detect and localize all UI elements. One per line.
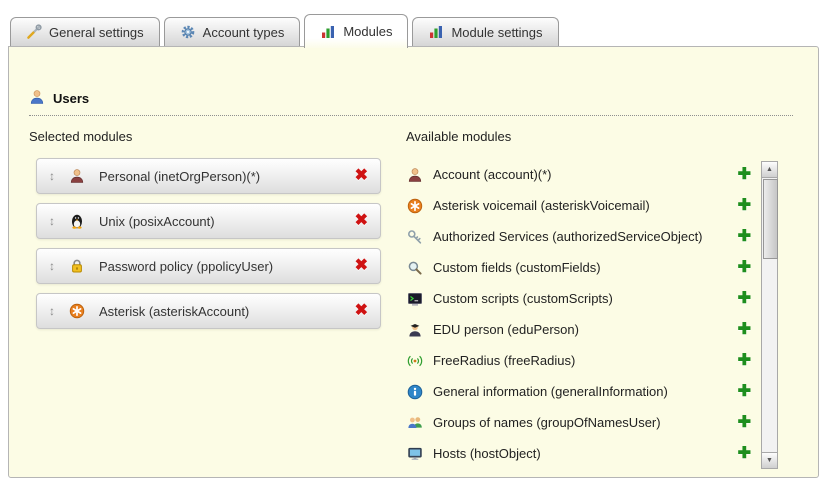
group-icon: [407, 415, 423, 431]
add-module-button[interactable]: ✚: [738, 167, 751, 183]
selected-modules-heading: Selected modules: [29, 129, 132, 144]
module-label: General information (generalInformation): [433, 384, 668, 399]
available-modules-scrollbar[interactable]: ▲ ▼: [761, 161, 778, 469]
available-module-row: Authorized Services (authorizedServiceOb…: [407, 221, 755, 252]
tab-modules[interactable]: Modules: [304, 14, 408, 48]
edu-person-icon: [407, 322, 423, 338]
available-modules-list: Account (account)(*) ✚ Asterisk voicemai…: [407, 159, 755, 469]
selected-module-row: ↕ Personal (inetOrgPerson)(*) ✖: [36, 158, 381, 194]
computer-icon: [407, 446, 423, 462]
module-label: Custom scripts (customScripts): [433, 291, 613, 306]
selected-modules-list: ↕ Personal (inetOrgPerson)(*) ✖ ↕: [36, 158, 381, 329]
module-label: Custom fields (customFields): [433, 260, 601, 275]
terminal-icon: [407, 291, 423, 307]
user-icon: [29, 89, 45, 108]
users-section-header: Users: [29, 89, 793, 116]
module-label: Hosts (hostObject): [433, 446, 541, 461]
scroll-thumb[interactable]: [763, 179, 778, 259]
add-module-button[interactable]: ✚: [738, 291, 751, 307]
module-label: Personal (inetOrgPerson)(*): [99, 169, 260, 184]
info-icon: [407, 384, 423, 400]
module-label: Unix (posixAccount): [99, 214, 215, 229]
available-module-row: General information (generalInformation)…: [407, 376, 755, 407]
tab-label: Account types: [203, 25, 285, 40]
selected-module-row: ↕ Asterisk (asteriskAccount) ✖: [36, 293, 381, 329]
tab-module-settings[interactable]: Module settings: [412, 17, 558, 46]
available-module-row: Account (account)(*) ✚: [407, 159, 755, 190]
scroll-up-button[interactable]: ▲: [762, 162, 777, 178]
add-module-button[interactable]: ✚: [738, 198, 751, 214]
chart-icon: [320, 24, 336, 40]
antenna-icon: [407, 353, 423, 369]
tab-bar: General settings Account types Modules: [10, 17, 559, 48]
remove-module-button[interactable]: ✖: [355, 303, 368, 319]
lock-icon: [69, 258, 85, 274]
lam-configuration-page: General settings Account types Modules: [0, 0, 827, 487]
tools-icon: [26, 24, 42, 40]
asterisk-icon: [69, 303, 85, 319]
available-module-row: EDU person (eduPerson) ✚: [407, 314, 755, 345]
person-icon: [69, 168, 85, 184]
available-module-row: FreeRadius (freeRadius) ✚: [407, 345, 755, 376]
selected-module-row: ↕ Unix (posixAccount) ✖: [36, 203, 381, 239]
available-module-row: Asterisk voicemail (asteriskVoicemail) ✚: [407, 190, 755, 221]
tab-label: Modules: [343, 24, 392, 39]
drag-handle[interactable]: ↕: [49, 170, 55, 182]
tab-account-types[interactable]: Account types: [164, 17, 301, 46]
module-label: Groups of names (groupOfNamesUser): [433, 415, 661, 430]
key-icon: [407, 229, 423, 245]
tux-icon: [69, 213, 85, 229]
add-module-button[interactable]: ✚: [738, 384, 751, 400]
section-title: Users: [53, 91, 89, 106]
add-module-button[interactable]: ✚: [738, 260, 751, 276]
drag-handle[interactable]: ↕: [49, 215, 55, 227]
magnifier-icon: [407, 260, 423, 276]
add-module-button[interactable]: ✚: [738, 415, 751, 431]
tab-label: General settings: [49, 25, 144, 40]
person-icon: [407, 167, 423, 183]
gear-icon: [180, 24, 196, 40]
available-modules-heading: Available modules: [406, 129, 511, 144]
module-label: Asterisk (asteriskAccount): [99, 304, 249, 319]
tab-label: Module settings: [451, 25, 542, 40]
available-module-row: Groups of names (groupOfNamesUser) ✚: [407, 407, 755, 438]
available-module-row: Custom fields (customFields) ✚: [407, 252, 755, 283]
module-label: Authorized Services (authorizedServiceOb…: [433, 229, 703, 244]
add-module-button[interactable]: ✚: [738, 229, 751, 245]
module-label: Password policy (ppolicyUser): [99, 259, 273, 274]
available-module-row: Hosts (hostObject) ✚: [407, 438, 755, 469]
modules-panel: Users Selected modules Available modules…: [8, 46, 819, 478]
remove-module-button[interactable]: ✖: [355, 168, 368, 184]
remove-module-button[interactable]: ✖: [355, 213, 368, 229]
add-module-button[interactable]: ✚: [738, 446, 751, 462]
remove-module-button[interactable]: ✖: [355, 258, 368, 274]
available-module-row: Custom scripts (customScripts) ✚: [407, 283, 755, 314]
selected-module-row: ↕ Password policy (ppolicyUser) ✖: [36, 248, 381, 284]
tab-general-settings[interactable]: General settings: [10, 17, 160, 46]
module-label: FreeRadius (freeRadius): [433, 353, 575, 368]
asterisk-icon: [407, 198, 423, 214]
module-label: Account (account)(*): [433, 167, 552, 182]
drag-handle[interactable]: ↕: [49, 260, 55, 272]
module-label: EDU person (eduPerson): [433, 322, 579, 337]
drag-handle[interactable]: ↕: [49, 305, 55, 317]
module-label: Asterisk voicemail (asteriskVoicemail): [433, 198, 650, 213]
add-module-button[interactable]: ✚: [738, 322, 751, 338]
chart-icon: [428, 24, 444, 40]
add-module-button[interactable]: ✚: [738, 353, 751, 369]
scroll-down-button[interactable]: ▼: [762, 452, 777, 468]
